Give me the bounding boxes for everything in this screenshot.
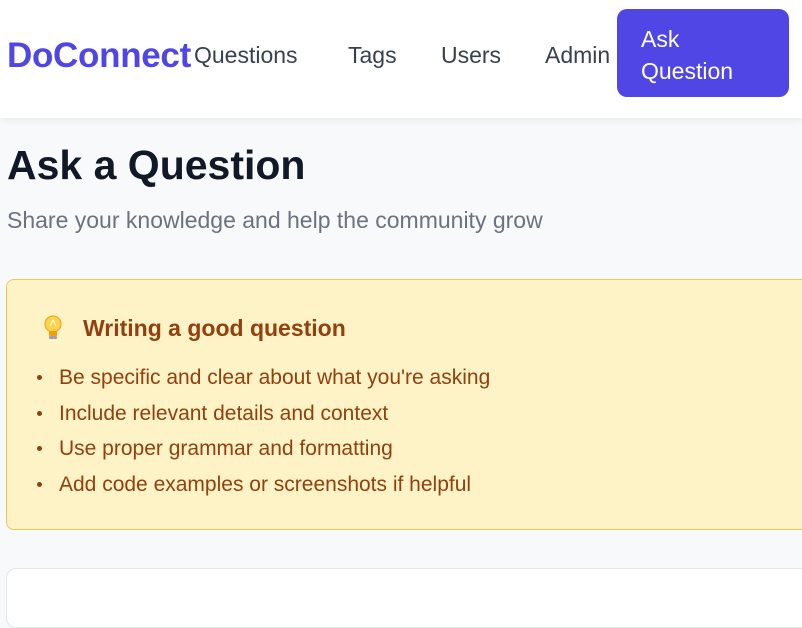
tip-text: Be specific and clear about what you're … — [59, 366, 491, 389]
question-form-card — [6, 568, 802, 628]
tip-item: Be specific and clear about what you're … — [37, 360, 490, 396]
bullet-icon — [37, 410, 42, 416]
tips-title: Writing a good question — [83, 315, 346, 341]
bullet-icon — [37, 375, 42, 381]
tips-list: Be specific and clear about what you're … — [37, 360, 490, 502]
page-title: Ask a Question — [7, 142, 306, 188]
tip-item: Add code examples or screenshots if help… — [37, 467, 490, 503]
tip-text: Use proper grammar and formatting — [59, 437, 393, 460]
nav-link-tags[interactable]: Tags — [348, 41, 397, 69]
nav-link-users[interactable]: Users — [441, 41, 501, 69]
bullet-icon — [37, 481, 42, 487]
navbar: DoConnect Questions Tags Users Admin Ask… — [0, 0, 802, 118]
bullet-icon — [37, 446, 42, 452]
tip-text: Include relevant details and context — [59, 401, 389, 425]
tip-text: Add code examples or screenshots if help… — [59, 472, 472, 496]
logo[interactable]: DoConnect — [7, 36, 191, 76]
tip-item: Use proper grammar and formatting — [37, 431, 490, 467]
nav-link-admin[interactable]: Admin — [545, 41, 610, 69]
tips-header: Writing a good question — [41, 314, 346, 342]
lightbulb-icon — [41, 314, 65, 342]
page-subtitle: Share your knowledge and help the commun… — [7, 207, 543, 233]
ask-question-button[interactable]: Ask Question — [617, 9, 789, 97]
nav-link-questions[interactable]: Questions — [194, 41, 298, 69]
tips-box: Writing a good question Be specific and … — [6, 279, 802, 530]
tip-item: Include relevant details and context — [37, 396, 490, 432]
